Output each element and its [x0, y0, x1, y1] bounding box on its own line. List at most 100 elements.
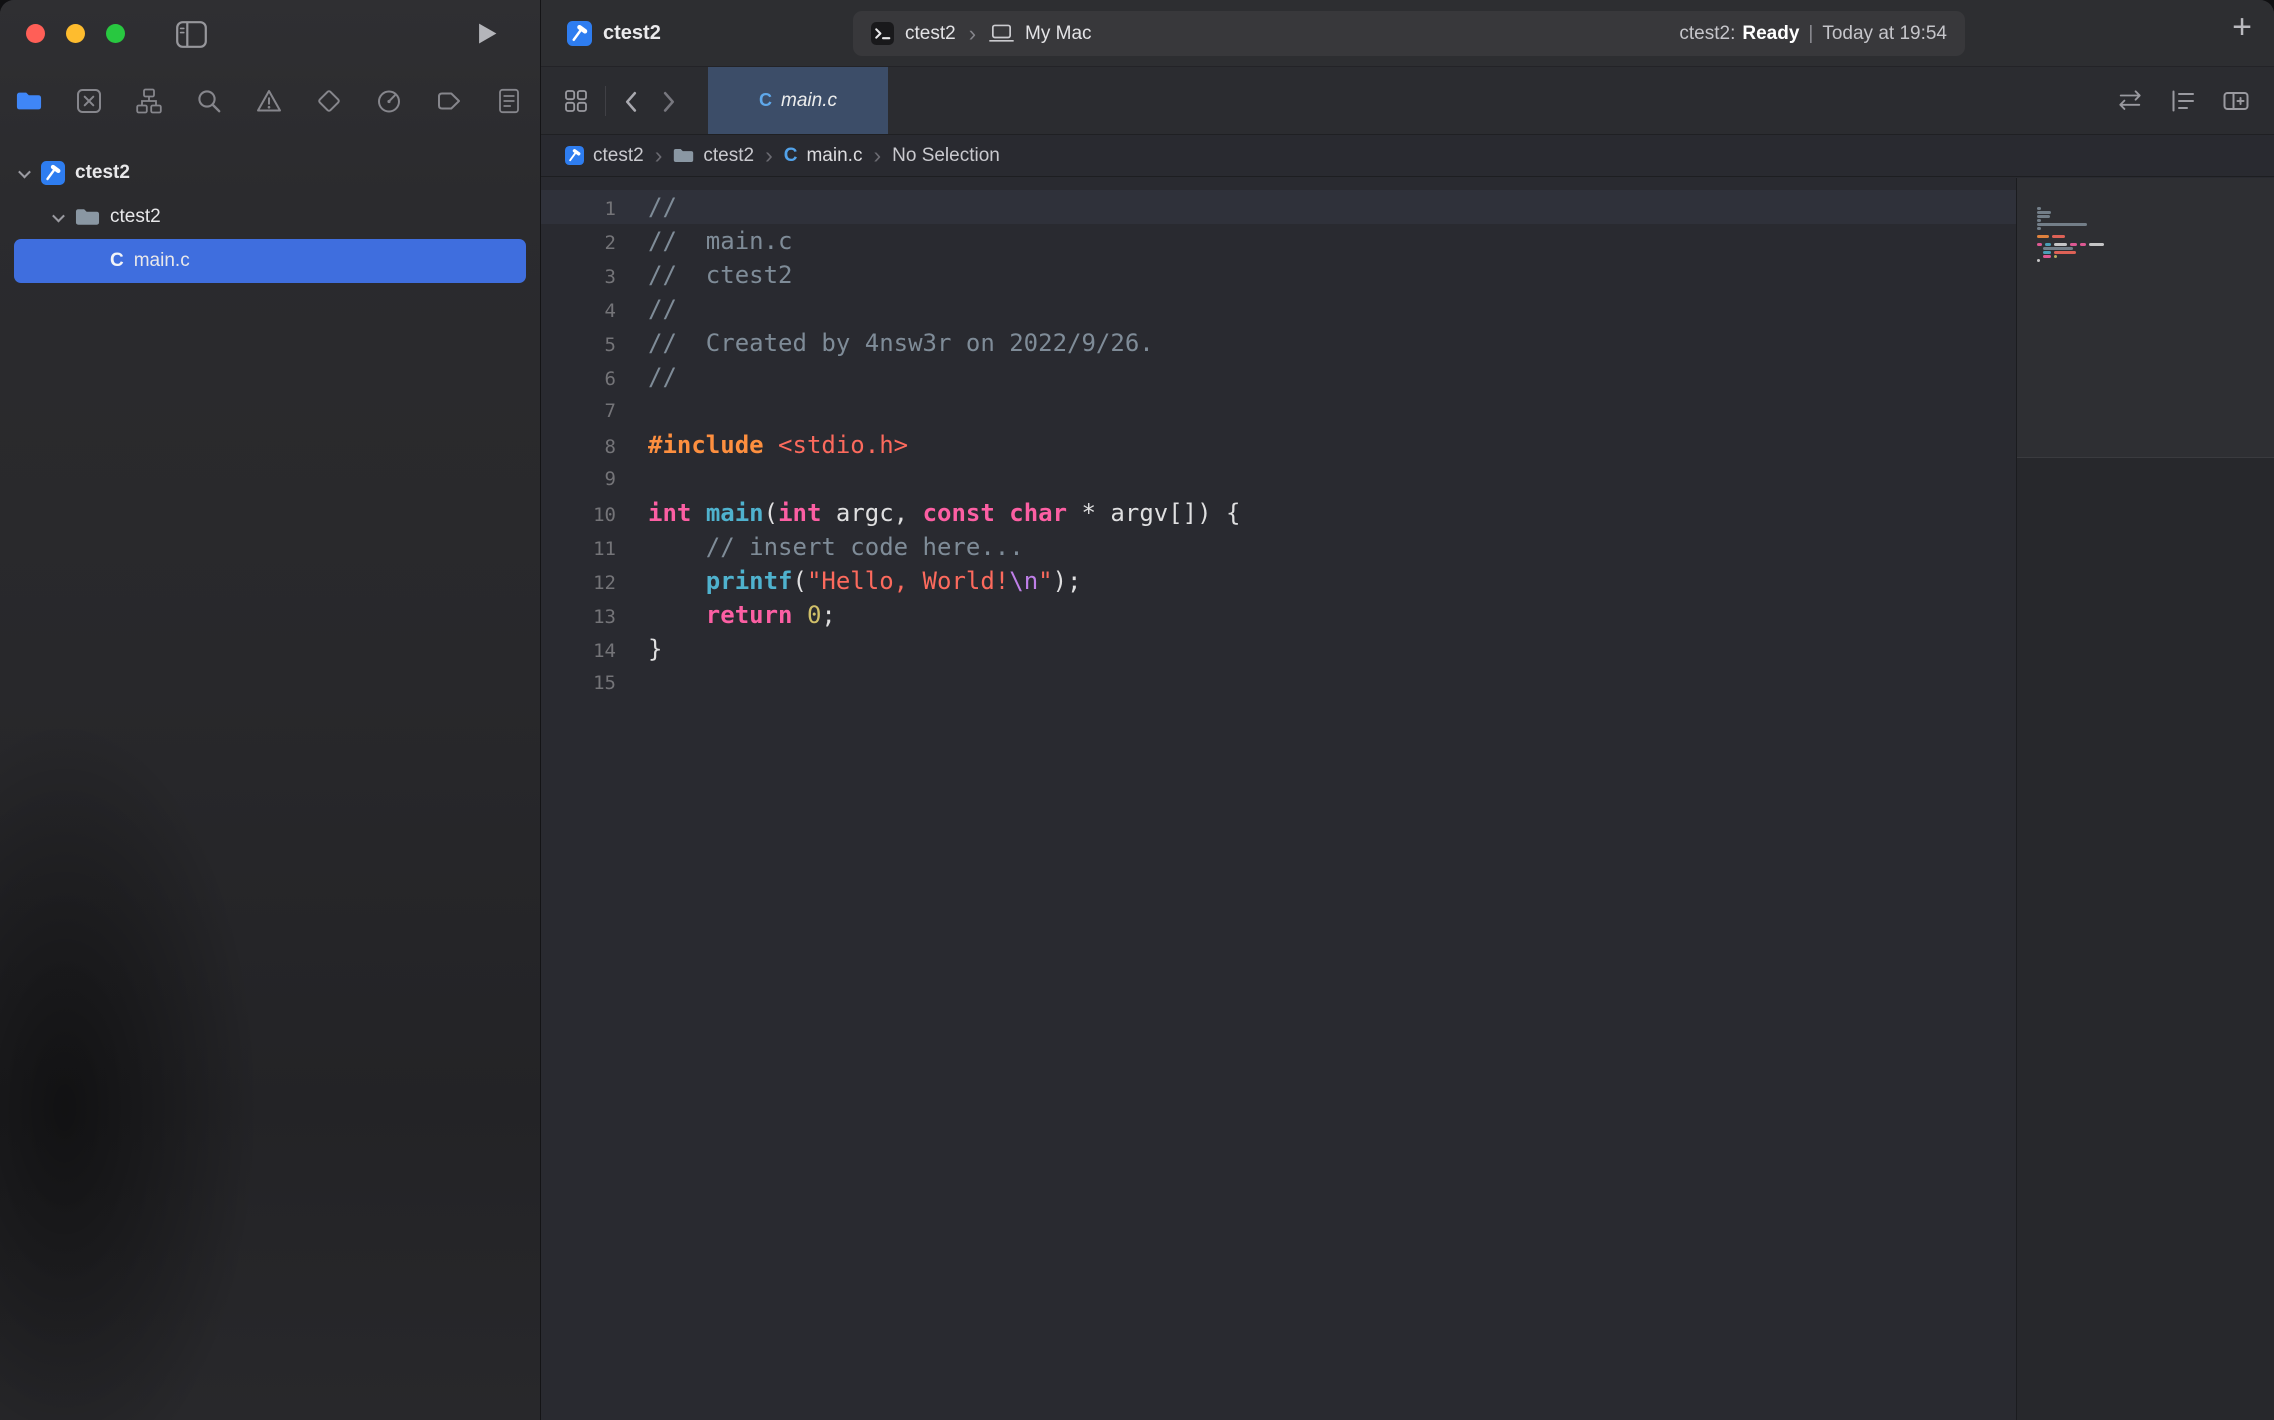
project-navigator-icon[interactable]: [16, 88, 42, 114]
window-titlebar: ctest2 ctest2 › My Mac ctest2: Ready: [541, 0, 2274, 67]
zoom-window-button[interactable]: [106, 24, 125, 43]
navigator-bar: [0, 67, 540, 135]
code-text: }: [616, 632, 662, 666]
add-editor-button[interactable]: [2223, 89, 2249, 113]
code-line[interactable]: 6//: [541, 360, 2016, 394]
line-number[interactable]: 4: [541, 294, 616, 328]
breakpoint-navigator-icon[interactable]: [436, 88, 462, 114]
chevron-right-icon: ›: [654, 144, 664, 167]
issue-navigator-icon[interactable]: [256, 88, 282, 114]
disclosure-chevron-icon[interactable]: [52, 209, 65, 222]
tree-item-project-ctest2[interactable]: ctest2: [0, 151, 540, 195]
minimize-window-button[interactable]: [66, 24, 85, 43]
code-text: // insert code here...: [616, 530, 1024, 564]
tree-item-label: ctest2: [110, 206, 161, 228]
code-line[interactable]: 1//: [541, 190, 2016, 224]
code-line[interactable]: 11 // insert code here...: [541, 530, 2016, 564]
line-number[interactable]: 2: [541, 226, 616, 260]
status-time: Today at 19:54: [1822, 23, 1947, 45]
code-line[interactable]: 14}: [541, 632, 2016, 666]
breadcrumb-label: No Selection: [892, 145, 1000, 167]
go-forward-button[interactable]: [663, 91, 676, 111]
tab-main-c[interactable]: C main.c: [708, 67, 888, 134]
line-number[interactable]: 3: [541, 260, 616, 294]
my-mac-icon: [989, 24, 1014, 43]
library-button[interactable]: +: [2232, 10, 2252, 44]
terminal-target-icon: [871, 22, 894, 45]
code-line[interactable]: 3// ctest2: [541, 258, 2016, 292]
code-line[interactable]: 12 printf("Hello, World!\n");: [541, 564, 2016, 598]
line-number[interactable]: 13: [541, 600, 616, 634]
line-number[interactable]: 1: [541, 192, 616, 226]
line-number[interactable]: 9: [541, 462, 616, 496]
breadcrumb-label: ctest2: [703, 145, 754, 167]
go-back-button[interactable]: [624, 91, 637, 111]
tree-item-main-c[interactable]: C main.c: [14, 239, 526, 283]
line-number[interactable]: 7: [541, 394, 616, 428]
breadcrumb-file[interactable]: C main.c: [784, 145, 863, 167]
test-navigator-icon[interactable]: [316, 88, 342, 114]
tab-label: main.c: [781, 90, 837, 112]
navigator-sidebar: ctest2 ctest2 C main.c: [0, 0, 541, 1420]
tab-bar: C main.c: [541, 67, 2274, 135]
breadcrumb-project[interactable]: ctest2: [565, 145, 644, 167]
main-area: ctest2 ctest2 › My Mac ctest2: Ready: [541, 0, 2274, 1420]
code-line[interactable]: 15: [541, 666, 2016, 700]
chevron-right-icon: ›: [764, 144, 774, 167]
line-number[interactable]: 11: [541, 532, 616, 566]
code-line[interactable]: 7: [541, 394, 2016, 428]
code-line[interactable]: 2// main.c: [541, 224, 2016, 258]
scheme-name[interactable]: ctest2: [905, 23, 956, 45]
run-button[interactable]: [477, 22, 498, 45]
close-window-button[interactable]: [26, 24, 45, 43]
symbol-navigator-icon[interactable]: [136, 88, 162, 114]
tree-item-label: ctest2: [75, 162, 130, 184]
editor-options-button[interactable]: [2170, 89, 2196, 113]
c-file-icon: C: [759, 90, 772, 111]
project-navigator-tree: ctest2 ctest2 C main.c: [0, 135, 540, 283]
window-controls: [26, 24, 125, 43]
line-number[interactable]: 8: [541, 430, 616, 464]
breadcrumb-label: main.c: [806, 145, 862, 167]
code-text: printf("Hello, World!\n");: [616, 564, 1082, 598]
code-text: #include <stdio.h>: [616, 428, 908, 462]
tree-item-label: main.c: [134, 250, 190, 272]
code-line[interactable]: 4//: [541, 292, 2016, 326]
chevron-right-icon: ›: [872, 144, 882, 167]
code-line[interactable]: 13 return 0;: [541, 598, 2016, 632]
find-navigator-icon[interactable]: [196, 88, 222, 114]
code-line[interactable]: 5// Created by 4nsw3r on 2022/9/26.: [541, 326, 2016, 360]
line-number[interactable]: 15: [541, 666, 616, 700]
code-line[interactable]: 10int main(int argc, const char * argv[]…: [541, 496, 2016, 530]
debug-navigator-icon[interactable]: [376, 88, 402, 114]
source-editor[interactable]: 1//2// main.c3// ctest24//5// Created by…: [541, 178, 2016, 1420]
editor-actions: [2117, 67, 2274, 134]
c-file-icon: C: [784, 145, 798, 167]
activity-status[interactable]: ctest2: Ready | Today at 19:54: [1679, 23, 1947, 45]
report-navigator-icon[interactable]: [496, 88, 522, 114]
tab-overview-icon[interactable]: [565, 90, 587, 112]
line-number[interactable]: 12: [541, 566, 616, 600]
breadcrumb-selection[interactable]: No Selection: [892, 145, 1000, 167]
xcode-project-icon: [565, 146, 584, 165]
tree-item-group-ctest2[interactable]: ctest2: [0, 195, 540, 239]
scheme-selector[interactable]: ctest2 › My Mac: [871, 22, 1092, 45]
code-line[interactable]: 9: [541, 462, 2016, 496]
minimap[interactable]: [2016, 178, 2274, 1420]
breadcrumb-group[interactable]: ctest2: [673, 145, 754, 167]
code-line[interactable]: 8#include <stdio.h>: [541, 428, 2016, 462]
toggle-sidebar-button[interactable]: [176, 21, 207, 48]
disclosure-chevron-icon[interactable]: [18, 165, 31, 178]
breadcrumb-label: ctest2: [593, 145, 644, 167]
status-state: Ready: [1742, 23, 1799, 45]
line-number[interactable]: 6: [541, 362, 616, 396]
code-review-button[interactable]: [2117, 89, 2143, 113]
line-number[interactable]: 14: [541, 634, 616, 668]
folder-icon: [673, 147, 694, 164]
line-number[interactable]: 5: [541, 328, 616, 362]
minimap-lines: [2017, 178, 2274, 266]
scheme-destination[interactable]: My Mac: [1025, 23, 1092, 45]
line-number[interactable]: 10: [541, 498, 616, 532]
status-divider: |: [1806, 23, 1815, 45]
source-control-navigator-icon[interactable]: [76, 88, 102, 114]
